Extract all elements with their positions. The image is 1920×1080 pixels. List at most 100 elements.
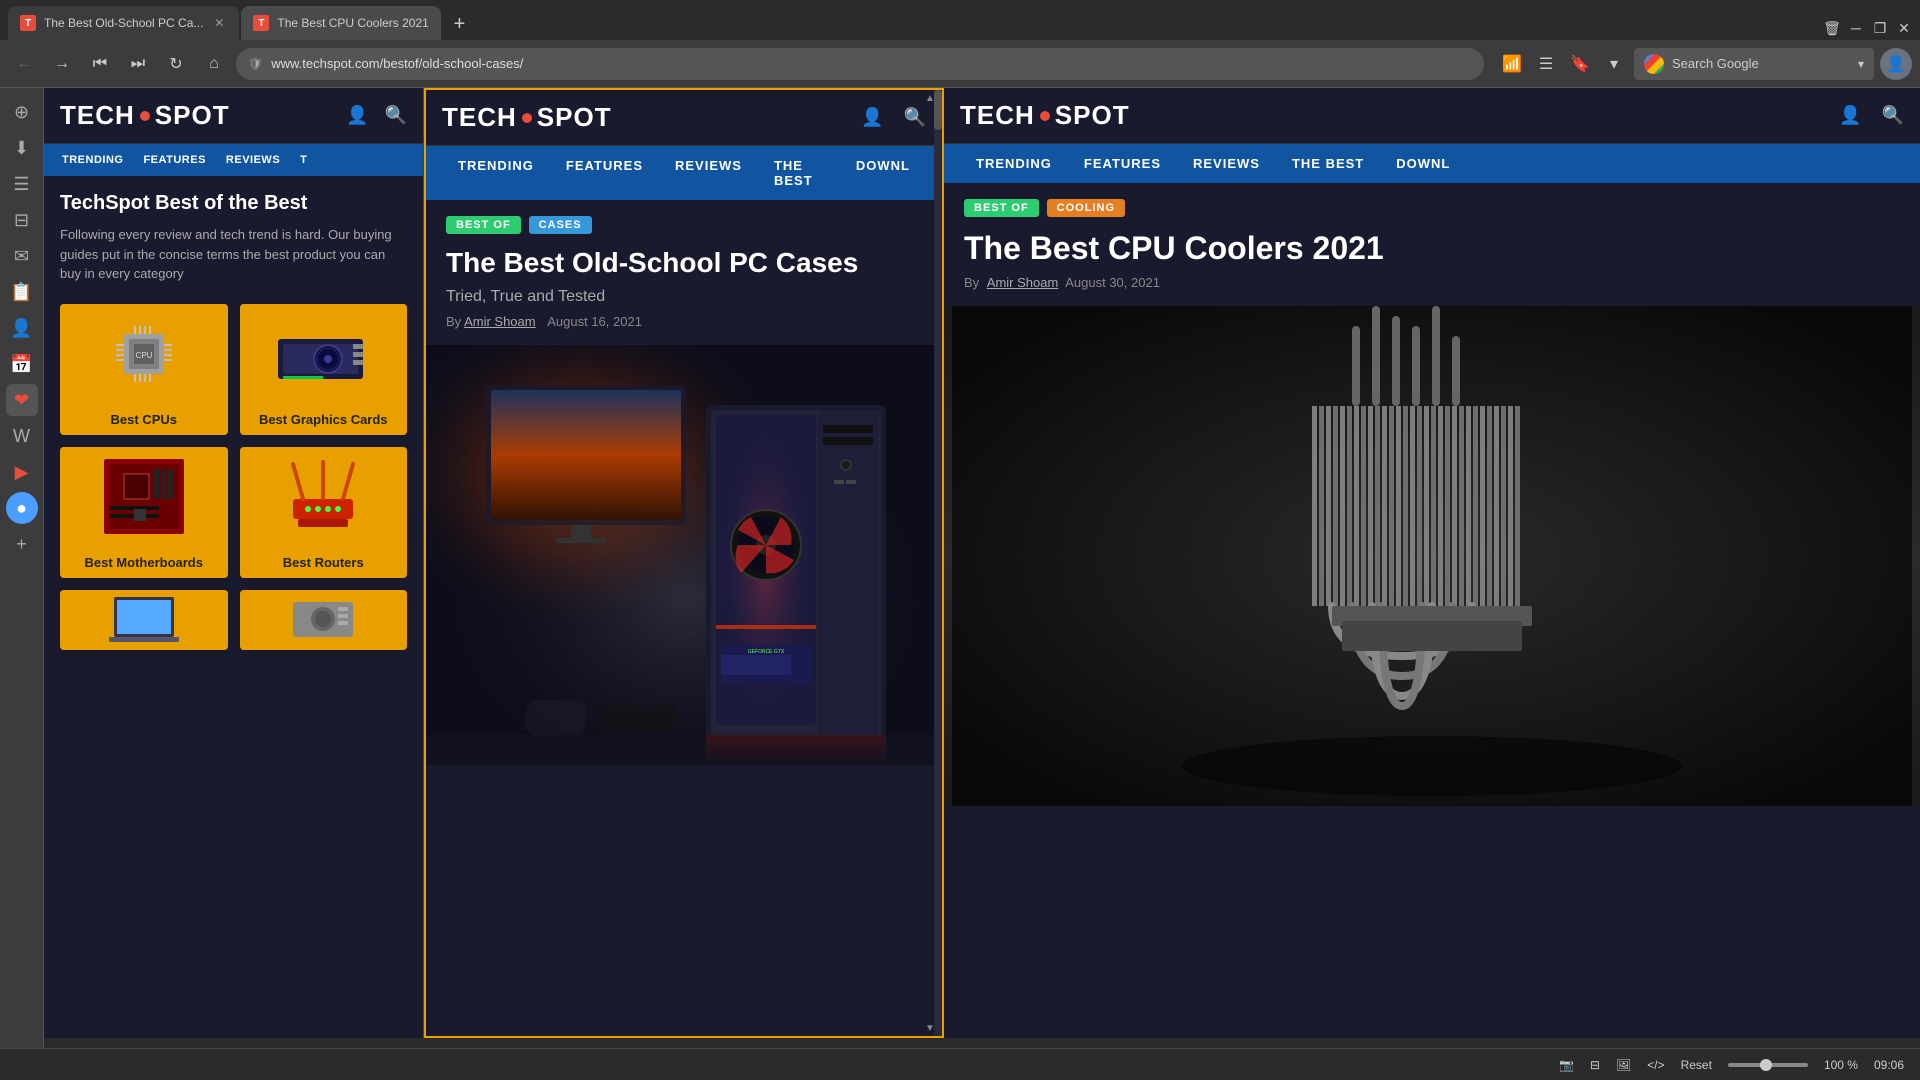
middle-panel: TECH SPOT 👤 🔍 TRENDING FEATURES REVIEWS …	[424, 88, 944, 1038]
tabs-icon-status[interactable]: ⊟	[1590, 1058, 1600, 1072]
right-nav-trending[interactable]: TRENDING	[960, 144, 1068, 183]
sidebar-icon-tabs[interactable]: ⊟	[6, 204, 38, 236]
right-nav-features[interactable]: FEATURES	[1068, 144, 1177, 183]
reset-label[interactable]: Reset	[1681, 1058, 1712, 1072]
right-author[interactable]: Amir Shoam	[987, 275, 1059, 290]
card-cpus[interactable]: CPU	[60, 304, 228, 435]
right-article-title: The Best CPU Coolers 2021	[964, 229, 1900, 267]
camera-icon-status[interactable]: 📷	[1559, 1058, 1574, 1072]
back-button[interactable]: ←	[8, 48, 40, 80]
maximize-button[interactable]: ❐	[1872, 20, 1888, 36]
sidebar-icon-profile[interactable]: 👤	[6, 312, 38, 344]
middle-scroll-up[interactable]: ▲	[922, 90, 938, 106]
trash-button[interactable]: 🗑	[1824, 20, 1840, 36]
right-nav-downl[interactable]: DOWNL	[1380, 144, 1466, 183]
left-nav-trending[interactable]: TRENDING	[52, 144, 133, 176]
left-header-search-icon[interactable]: 🔍	[385, 105, 407, 126]
card-psus-image	[240, 590, 408, 650]
sidebar-icon-add[interactable]: +	[6, 528, 38, 560]
navigation-bar: ← → ⏮ ⏭ ↻ ⌂ 🛡 www.techspot.com/bestof/ol…	[0, 40, 1920, 88]
sidebar-icon-history[interactable]: ☰	[6, 168, 38, 200]
left-logo-text2: SPOT	[155, 100, 230, 131]
forward-button[interactable]: →	[46, 48, 78, 80]
card-routers[interactable]: Best Routers	[240, 447, 408, 578]
tab-1[interactable]: T The Best Old-School PC Ca... ✕	[8, 6, 239, 40]
right-ts-header: TECH SPOT 👤 🔍	[944, 88, 1920, 144]
tab-1-title: The Best Old-School PC Ca...	[44, 16, 203, 30]
left-header-user-icon[interactable]: 👤	[346, 105, 368, 126]
sidebar-icon-wikipedia[interactable]: W	[6, 420, 38, 452]
middle-nav-features[interactable]: FEATURES	[550, 146, 659, 200]
right-nav-reviews[interactable]: REVIEWS	[1177, 144, 1276, 183]
search-box-dropdown[interactable]: ▾	[1858, 57, 1864, 71]
left-panel-header: TECH SPOT 👤 🔍	[44, 88, 423, 144]
middle-scroll-down[interactable]: ▼	[922, 1020, 938, 1036]
profile-button[interactable]: 👤	[1880, 48, 1912, 80]
sidebar-icon-home[interactable]: ⊕	[6, 96, 38, 128]
right-header-user-icon[interactable]: 👤	[1839, 105, 1861, 126]
middle-header-search-icon[interactable]: 🔍	[904, 107, 926, 128]
sidebar-icon-pocket[interactable]: ❤	[6, 384, 38, 416]
left-nav-t[interactable]: T	[290, 144, 317, 176]
menu-icon[interactable]: ☰	[1532, 50, 1560, 78]
google-icon	[1644, 54, 1664, 74]
left-nav-reviews[interactable]: REVIEWS	[216, 144, 290, 176]
search-box[interactable]: Search Google ▾	[1634, 48, 1874, 80]
motherboard-icon	[99, 454, 189, 539]
middle-article-subtitle: Tried, True and Tested	[446, 288, 922, 306]
middle-badge-bestof[interactable]: BEST OF	[446, 216, 521, 234]
psu-icon	[283, 592, 363, 647]
new-tab-button[interactable]: +	[443, 8, 475, 40]
card-motherboards[interactable]: Best Motherboards	[60, 447, 228, 578]
home-button[interactable]: ⌂	[198, 48, 230, 80]
right-article-header: BEST OF COOLING The Best CPU Coolers 202…	[944, 183, 1920, 306]
middle-header-user-icon[interactable]: 👤	[861, 107, 883, 128]
right-nav-best[interactable]: THE BEST	[1276, 144, 1380, 183]
left-logo-text: TECH	[60, 100, 135, 131]
middle-nav-best[interactable]: THE BEST	[758, 146, 840, 200]
home-start-button[interactable]: ⏮	[84, 48, 116, 80]
tab-1-close[interactable]: ✕	[211, 15, 227, 31]
images-icon-status[interactable]: 🖼	[1616, 1058, 1631, 1072]
sidebar-icon-mail[interactable]: ✉	[6, 240, 38, 272]
tab-2[interactable]: T The Best CPU Coolers 2021	[241, 6, 441, 40]
card-routers-image	[240, 447, 408, 547]
gpu-icon	[273, 314, 373, 394]
close-button[interactable]: ✕	[1896, 20, 1912, 36]
right-badge-bestof[interactable]: BEST OF	[964, 199, 1039, 217]
right-cooler-image	[944, 306, 1920, 806]
middle-badge-category[interactable]: CASES	[529, 216, 592, 234]
sidebar-icon-active[interactable]: ●	[6, 492, 38, 524]
middle-logo: TECH SPOT	[442, 102, 612, 133]
right-header-search-icon[interactable]: 🔍	[1882, 105, 1904, 126]
left-nav-features[interactable]: FEATURES	[133, 144, 215, 176]
right-badge-category[interactable]: COOLING	[1047, 199, 1125, 217]
sidebar-icon-feed[interactable]: 📋	[6, 276, 38, 308]
middle-by-label: By	[446, 314, 461, 329]
sidebar-icon-download[interactable]: ⬇	[6, 132, 38, 164]
middle-nav-trending[interactable]: TRENDING	[442, 146, 550, 200]
middle-nav-downl[interactable]: DOWNL	[840, 146, 926, 200]
reload-button[interactable]: ↻	[160, 48, 192, 80]
code-icon-status[interactable]: </>	[1647, 1058, 1664, 1072]
card-laptops[interactable]	[60, 590, 228, 650]
card-gpus[interactable]: Best Graphics Cards	[240, 304, 408, 435]
right-logo-text: TECH	[960, 100, 1035, 131]
right-date: August 30, 2021	[1065, 275, 1160, 290]
rss-icon[interactable]: 📶	[1498, 50, 1526, 78]
pc-case-image: GEFORCE GTX	[426, 345, 942, 765]
sidebar-icon-calendar[interactable]: 📅	[6, 348, 38, 380]
middle-scrollbar[interactable]: ▲ ▼	[934, 90, 942, 1036]
sidebar-icon-youtube[interactable]: ▶	[6, 456, 38, 488]
card-psus[interactable]	[240, 590, 408, 650]
middle-author[interactable]: Amir Shoam	[464, 314, 536, 329]
tab-2-favicon: T	[253, 15, 269, 31]
bookmark-icon[interactable]: 🔖	[1566, 50, 1594, 78]
zoom-slider[interactable]	[1728, 1063, 1808, 1067]
forward-end-button[interactable]: ⏭	[122, 48, 154, 80]
address-bar[interactable]: 🛡 www.techspot.com/bestof/old-school-cas…	[236, 48, 1484, 80]
bookmark-dropdown[interactable]: ▾	[1600, 50, 1628, 78]
zoom-slider-track[interactable]	[1728, 1063, 1808, 1067]
middle-nav-reviews[interactable]: REVIEWS	[659, 146, 758, 200]
minimize-button[interactable]: ─	[1848, 20, 1864, 36]
